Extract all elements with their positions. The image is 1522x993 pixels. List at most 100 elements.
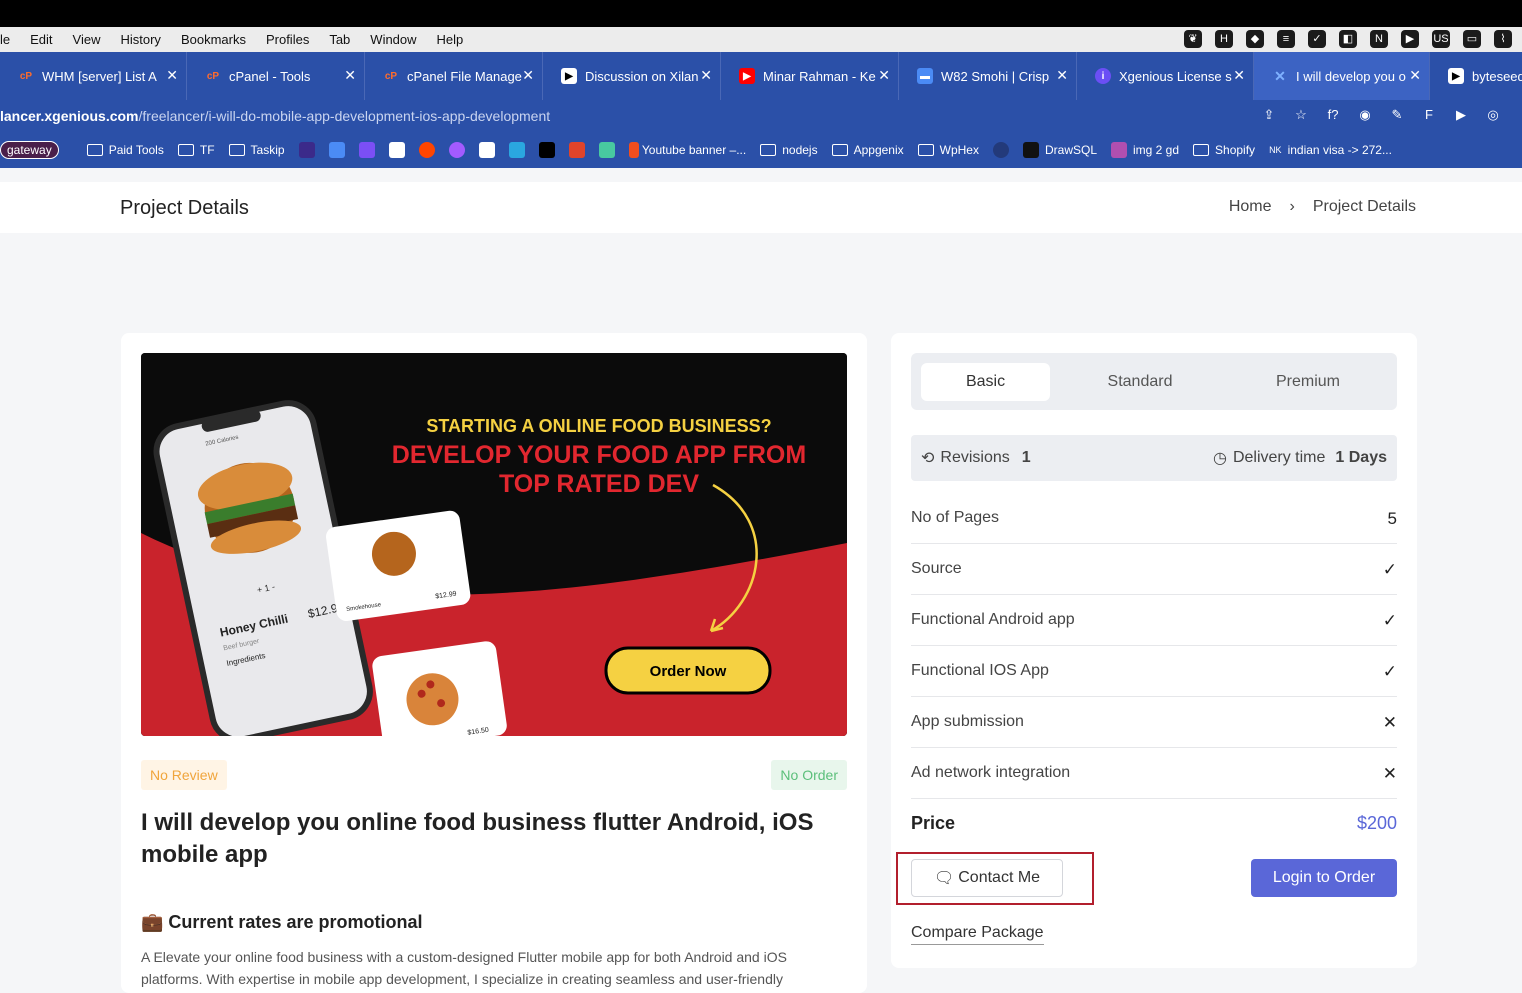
chat-icon: ▬ <box>917 68 933 84</box>
puzzle-icon[interactable]: ◧ <box>1339 30 1357 48</box>
close-icon[interactable]: ✕ <box>700 67 712 84</box>
tab-byteseed[interactable]: ▶ byteseed's <box>1430 52 1522 100</box>
bookmark-paid-tools[interactable]: Paid Tools <box>86 143 164 157</box>
menu-window[interactable]: Window <box>370 32 416 47</box>
doc-icon <box>478 142 495 158</box>
doc-icon: ▶ <box>561 68 577 84</box>
close-icon[interactable]: ✕ <box>1233 67 1245 84</box>
bookmark-indian-visa[interactable]: NK indian visa -> 272... <box>1269 143 1392 157</box>
bookmark-globe[interactable] <box>992 142 1009 158</box>
n-app-icon[interactable]: N <box>1370 30 1388 48</box>
bookmark-youtube-banner[interactable]: Youtube banner –... <box>628 142 746 158</box>
tab-premium[interactable]: Premium <box>1244 363 1372 401</box>
tab-xgenious-license[interactable]: i Xgenious License s ✕ <box>1077 52 1254 100</box>
bookmark-cl[interactable] <box>538 142 555 158</box>
bookmark-b[interactable] <box>388 142 405 158</box>
bookmark-x[interactable] <box>358 142 375 158</box>
close-icon[interactable]: ✕ <box>344 67 356 84</box>
stack-icon[interactable]: ≡ <box>1277 30 1295 48</box>
close-icon[interactable]: ✕ <box>1056 67 1068 84</box>
star-icon[interactable]: ☆ <box>1292 106 1310 124</box>
menu-tab[interactable]: Tab <box>329 32 350 47</box>
bookmark-reddit[interactable] <box>418 142 435 158</box>
battery-icon[interactable]: ▭ <box>1463 30 1481 48</box>
cross-icon: ✕ <box>1382 713 1397 732</box>
check-app-icon[interactable]: ✓ <box>1308 30 1326 48</box>
menu-view[interactable]: View <box>73 32 101 47</box>
tab-standard[interactable]: Standard <box>1076 363 1204 401</box>
bookmark-swirl[interactable] <box>508 142 525 158</box>
close-icon[interactable]: ✕ <box>522 67 534 84</box>
bookmark-doc[interactable] <box>478 142 495 158</box>
tab-youtube[interactable]: ▶ Minar Rahman - Ke ✕ <box>721 52 899 100</box>
breadcrumb-home[interactable]: Home <box>1229 198 1272 216</box>
login-to-order-button[interactable]: Login to Order <box>1251 859 1397 897</box>
bookmark-wphex[interactable]: WpHex <box>917 143 979 157</box>
share-icon[interactable]: ⇪ <box>1260 106 1278 124</box>
close-icon[interactable]: ✕ <box>878 67 890 84</box>
bookmark-drawsql[interactable]: DrawSQL <box>1022 142 1097 158</box>
bookmark-img2gd[interactable]: img 2 gd <box>1111 142 1179 158</box>
bookmark-gateway[interactable]: gateway <box>0 141 59 159</box>
bookmark-appgenix[interactable]: Appgenix <box>831 143 904 157</box>
visa-icon: NK <box>1269 145 1282 155</box>
compare-package-link[interactable]: Compare Package <box>911 924 1044 945</box>
bookmark-nodejs[interactable]: nodejs <box>760 143 818 157</box>
camera-icon[interactable]: ◉ <box>1356 106 1374 124</box>
feature-row: No of Pages 5 <box>911 493 1397 544</box>
xgenious-icon: ✕ <box>1274 67 1286 84</box>
banner-order-now: Order Now <box>650 663 727 680</box>
url-host: lancer.xgenious.com <box>0 108 139 124</box>
menu-edit[interactable]: Edit <box>30 32 52 47</box>
chat-icon <box>328 142 345 158</box>
bookmark-chat[interactable] <box>328 142 345 158</box>
refresh-icon: ⟲ <box>921 450 935 467</box>
fi-ext-icon[interactable]: F <box>1420 106 1438 124</box>
play-icon[interactable]: ▶ <box>1401 30 1419 48</box>
bookmark-it[interactable] <box>568 142 585 158</box>
terminal-icon <box>298 142 315 158</box>
feature-label: Ad network integration <box>911 764 1071 781</box>
target-icon[interactable]: ◎ <box>1484 106 1502 124</box>
close-icon[interactable]: ✕ <box>166 67 178 84</box>
h-app-icon[interactable]: H <box>1215 30 1233 48</box>
play-ext-icon[interactable]: ▶ <box>1452 106 1470 124</box>
chevron-right-icon: › <box>1289 198 1295 215</box>
swirl-icon <box>508 142 525 158</box>
menu-file[interactable]: le <box>0 32 10 47</box>
bookmarks-bar: gateway Paid Tools TF Taskip Youtube ban… <box>0 132 1522 168</box>
menu-history[interactable]: History <box>120 32 160 47</box>
bookmark-shopify[interactable]: Shopify <box>1193 143 1255 157</box>
revisions-label: Revisions <box>940 449 1010 466</box>
project-banner-image: STARTING A ONLINE FOOD BUSINESS? DEVELOP… <box>141 353 847 736</box>
bookmark-cloud[interactable] <box>598 142 615 158</box>
formula-ext-icon[interactable]: f? <box>1324 106 1342 124</box>
tab-basic[interactable]: Basic <box>921 363 1050 401</box>
tab-cpanel-tools[interactable]: cP cPanel - Tools ✕ <box>187 52 365 100</box>
folder-icon <box>1193 144 1210 156</box>
wifi-off-icon[interactable]: ⌇ <box>1494 30 1512 48</box>
leaf-icon[interactable]: ❦ <box>1184 30 1202 48</box>
tab-discussion[interactable]: ▶ Discussion on Xilan ✕ <box>543 52 721 100</box>
bookmark-messenger[interactable] <box>448 142 465 158</box>
tab-whm[interactable]: cP WHM [server] List A ✕ <box>0 52 187 100</box>
page-title: Project Details <box>120 197 249 219</box>
keyboard-layout-icon[interactable]: US <box>1432 30 1450 48</box>
menu-bookmarks[interactable]: Bookmarks <box>181 32 246 47</box>
tab-active-project[interactable]: ✕ I will develop you o ✕ <box>1254 52 1430 100</box>
tab-cpanel-file-manager[interactable]: cP cPanel File Manage ✕ <box>365 52 543 100</box>
bookmark-taskip[interactable]: Taskip <box>228 143 285 157</box>
address-bar[interactable]: lancer.xgenious.com/freelancer/i-will-do… <box>0 100 1522 132</box>
close-icon[interactable]: ✕ <box>1409 67 1421 84</box>
review-badge: No Review <box>141 760 227 790</box>
menu-help[interactable]: Help <box>437 32 464 47</box>
bookmark-tf[interactable]: TF <box>177 143 215 157</box>
tab-crisp[interactable]: ▬ W82 Smohi | Crisp ✕ <box>899 52 1077 100</box>
url-path: /freelancer/i-will-do-mobile-app-develop… <box>138 108 551 124</box>
menu-profiles[interactable]: Profiles <box>266 32 309 47</box>
bookmark-terminal[interactable] <box>298 142 315 158</box>
contact-me-button[interactable]: 🗨 Contact Me <box>911 859 1063 897</box>
compass-icon[interactable]: ◆ <box>1246 30 1264 48</box>
globe-icon <box>992 142 1009 158</box>
feather-icon[interactable]: ✎ <box>1388 106 1406 124</box>
